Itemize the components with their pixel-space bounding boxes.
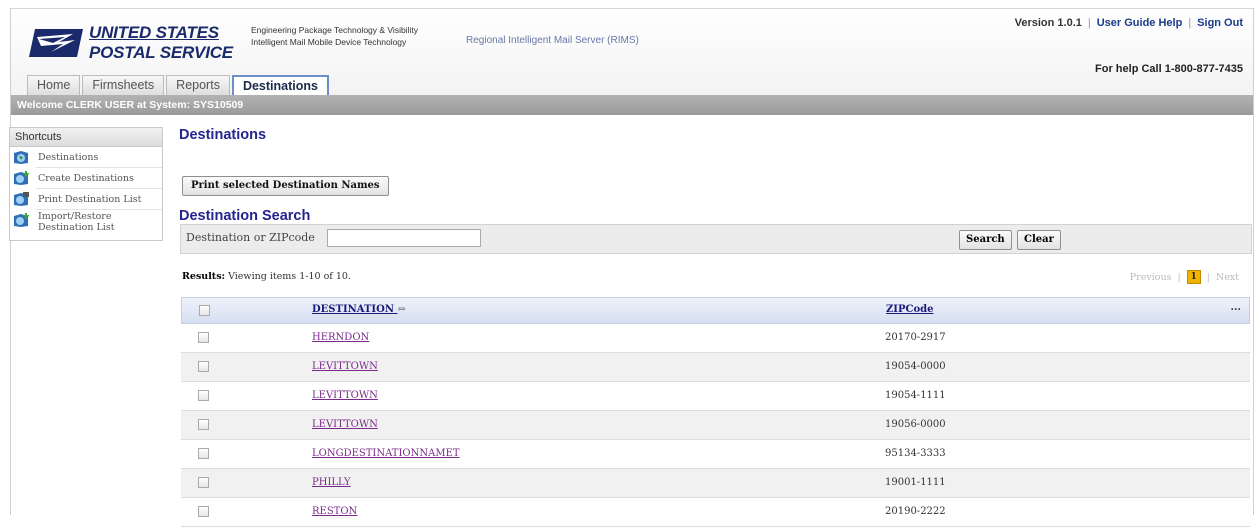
table-row: PHILLY 19001-1111: [181, 469, 1250, 498]
app-frame: UNITED STATES POSTAL SERVICE Engineering…: [9, 8, 1254, 527]
search-input[interactable]: [327, 229, 481, 247]
shortcut-label: Destinations: [38, 152, 99, 163]
zipcode-cell: 95134-3333: [885, 448, 946, 459]
logo-line-2: POSTAL SERVICE: [89, 43, 233, 62]
tab-reports[interactable]: Reports: [166, 75, 230, 95]
table-row: HERNDON 20170-2917: [181, 324, 1250, 353]
destination-link[interactable]: HERNDON: [312, 332, 369, 343]
top-links: Version 1.0.1 | User Guide Help | Sign Out: [1015, 17, 1243, 29]
tab-destinations[interactable]: Destinations: [231, 75, 329, 97]
separator: |: [1177, 271, 1181, 283]
header: UNITED STATES POSTAL SERVICE Engineering…: [11, 9, 1253, 97]
subtitle-1: Engineering Package Technology & Visibil…: [251, 25, 418, 35]
shortcut-label: Import/Restore Destination List: [38, 211, 115, 233]
globe-print-icon: [14, 192, 29, 206]
shortcuts-panel: Shortcuts Destinations Create Destinatio…: [9, 127, 163, 241]
column-zipcode[interactable]: ZIPCode: [886, 304, 933, 315]
main-tabs: Home Firmsheets Reports Destinations: [27, 75, 329, 97]
zipcode-cell: 19056-0000: [885, 419, 946, 430]
shortcut-print-destination-list[interactable]: Print Destination List: [10, 189, 162, 210]
search-label: Destination or ZIPcode: [186, 231, 315, 244]
user-guide-link[interactable]: User Guide Help: [1097, 17, 1183, 29]
page-title: Destinations: [179, 127, 267, 143]
row-checkbox[interactable]: [198, 332, 209, 343]
zipcode-cell: 19001-1111: [885, 477, 946, 488]
search-button[interactable]: Search: [959, 230, 1012, 250]
version-label: Version 1.0.1: [1014, 17, 1082, 29]
search-bar: Destination or ZIPcode Search Clear: [180, 224, 1252, 254]
table-row: RESTON 20190-2222: [181, 498, 1250, 527]
app-name: Regional Intelligent Mail Server (RIMS): [466, 35, 639, 46]
globe-icon: [14, 151, 28, 164]
shortcut-label: Create Destinations: [38, 173, 134, 184]
subtitle-2: Intelligent Mail Mobile Device Technolog…: [251, 37, 407, 47]
row-checkbox[interactable]: [198, 448, 209, 459]
destination-link[interactable]: LONGDESTINATIONNAMET: [312, 448, 460, 459]
table-row: LEVITTOWN 19056-0000: [181, 411, 1250, 440]
column-destination-label: DESTINATION: [312, 304, 394, 315]
separator: |: [1206, 271, 1210, 283]
row-checkbox[interactable]: [198, 506, 209, 517]
destination-link[interactable]: RESTON: [312, 506, 357, 517]
column-destination[interactable]: DESTINATION ⇔: [312, 304, 406, 315]
zipcode-cell: 20190-2222: [885, 506, 946, 517]
shortcut-destinations[interactable]: Destinations: [10, 147, 162, 168]
separator: |: [1188, 17, 1192, 29]
previous-link[interactable]: Previous: [1130, 272, 1172, 283]
sign-out-link[interactable]: Sign Out: [1197, 17, 1243, 29]
zipcode-cell: 19054-1111: [885, 390, 946, 401]
shortcut-create-destinations[interactable]: Create Destinations: [10, 168, 162, 189]
destination-link[interactable]: LEVITTOWN: [312, 390, 378, 401]
tab-firmsheets[interactable]: Firmsheets: [82, 75, 165, 95]
destination-link[interactable]: LEVITTOWN: [312, 419, 378, 430]
row-checkbox[interactable]: [198, 419, 209, 430]
shortcut-label-line-1: Import/Restore: [38, 211, 112, 222]
shortcuts-title: Shortcuts: [10, 128, 162, 147]
results-text: Viewing items 1-10 of 10.: [228, 271, 351, 282]
search-section-title: Destination Search: [179, 208, 311, 224]
clear-button[interactable]: Clear: [1017, 230, 1061, 250]
destinations-table: DESTINATION ⇔ ZIPCode ... HERNDON 20170-…: [181, 297, 1250, 527]
shortcut-import-restore[interactable]: Import/Restore Destination List: [10, 210, 162, 234]
table-header: DESTINATION ⇔ ZIPCode ...: [181, 297, 1250, 324]
results-prefix: Results:: [182, 271, 226, 282]
logo-line-1: UNITED STATES: [89, 23, 219, 42]
destination-link[interactable]: LEVITTOWN: [312, 361, 378, 372]
column-more-icon[interactable]: ...: [1231, 302, 1241, 313]
welcome-bar: Welcome CLERK USER at System: SYS10509: [11, 95, 1253, 115]
tab-home[interactable]: Home: [27, 75, 81, 95]
select-all-checkbox[interactable]: [199, 305, 210, 316]
destination-link[interactable]: PHILLY: [312, 477, 351, 488]
row-checkbox[interactable]: [198, 361, 209, 372]
globe-add-icon: [14, 213, 29, 227]
globe-add-icon: [14, 171, 29, 185]
results-summary: Results: Viewing items 1-10 of 10.: [182, 271, 351, 282]
current-page[interactable]: 1: [1186, 270, 1201, 284]
pager: Previous | 1 | Next: [1130, 270, 1239, 284]
table-row: LEVITTOWN 19054-1111: [181, 382, 1250, 411]
help-phone: For help Call 1-800-877-7435: [1095, 63, 1243, 75]
shortcut-label: Print Destination List: [38, 194, 142, 205]
zipcode-cell: 19054-0000: [885, 361, 946, 372]
shortcut-label-line-2: Destination List: [38, 222, 115, 233]
sort-icon: ⇔: [397, 304, 406, 315]
print-selected-button[interactable]: Print selected Destination Names: [182, 176, 389, 196]
table-row: LONGDESTINATIONNAMET 95134-3333: [181, 440, 1250, 469]
zipcode-cell: 20170-2917: [885, 332, 946, 343]
row-checkbox[interactable]: [198, 477, 209, 488]
eagle-icon: [29, 29, 83, 57]
row-checkbox[interactable]: [198, 390, 209, 401]
usps-logo: UNITED STATES POSTAL SERVICE: [29, 23, 239, 67]
separator: |: [1087, 17, 1091, 29]
next-link[interactable]: Next: [1216, 272, 1239, 283]
table-row: LEVITTOWN 19054-0000: [181, 353, 1250, 382]
